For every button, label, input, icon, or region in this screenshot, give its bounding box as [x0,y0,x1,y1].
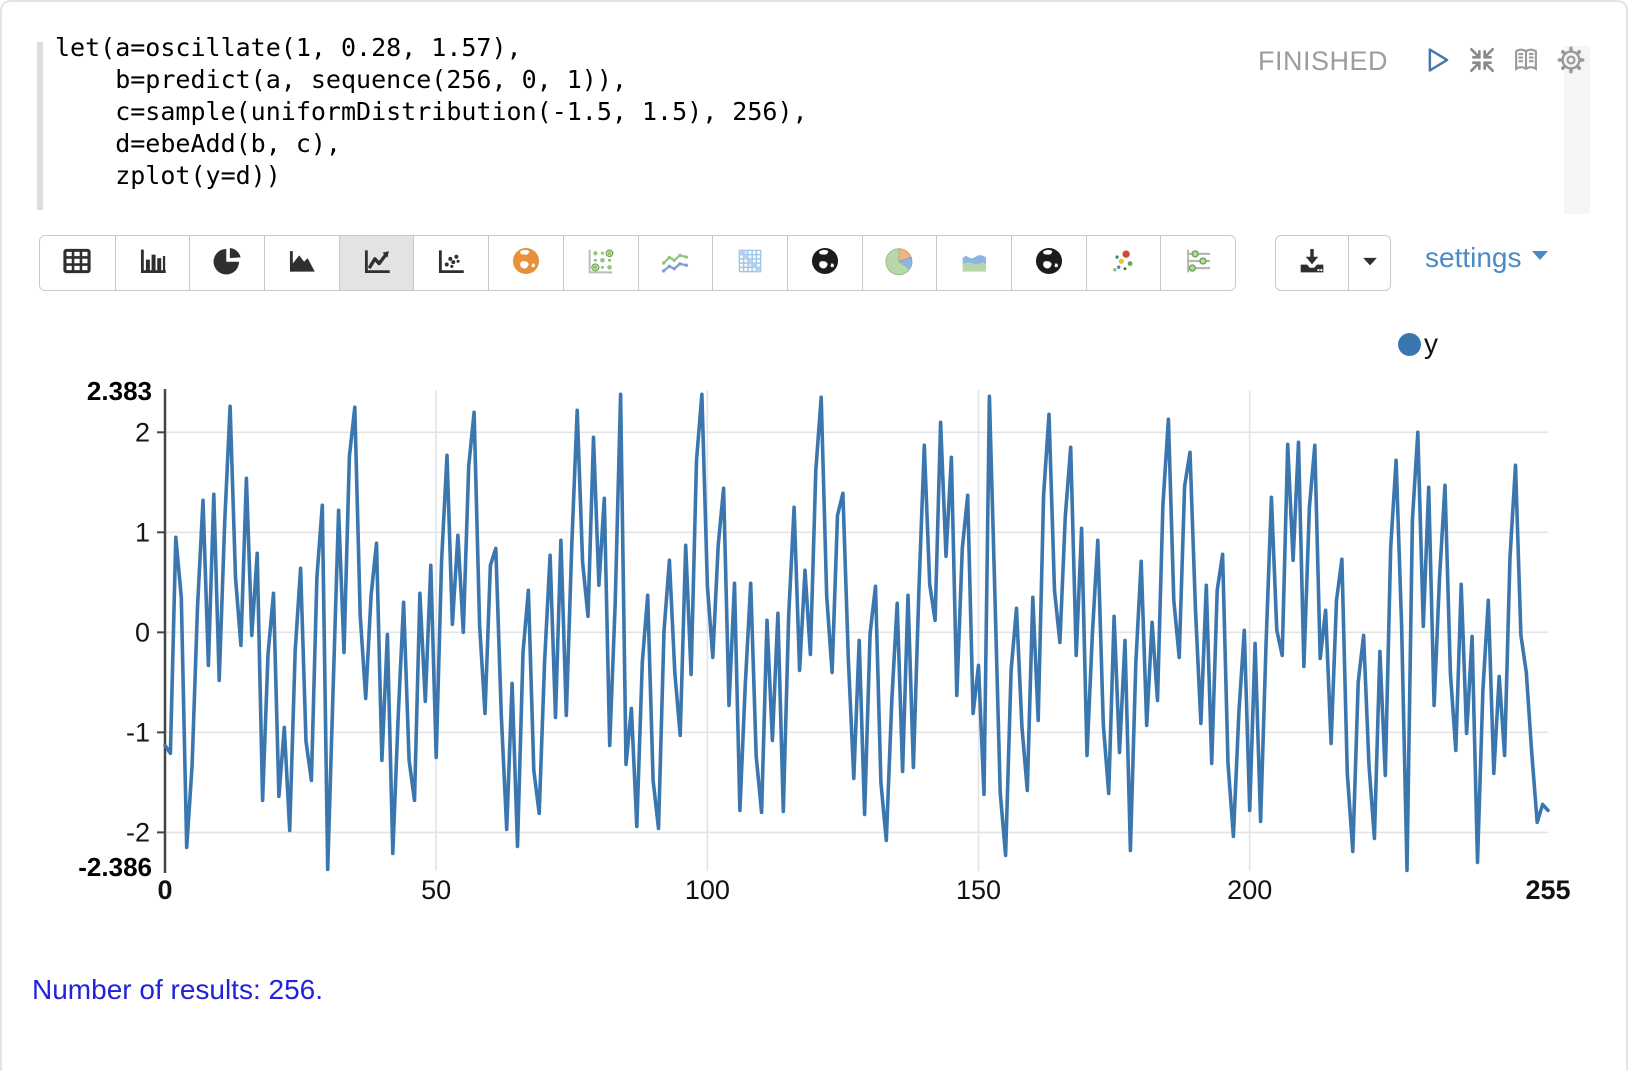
stacked-area-icon [956,244,992,283]
play-icon [1420,44,1452,81]
status-badge: FINISHED [1258,46,1388,77]
table-icon [59,244,95,283]
settings-link[interactable]: settings [1425,242,1549,274]
y-min-label: -2.386 [78,852,152,882]
area-chart-icon [284,244,320,283]
chart-type-pie-pastel-chart-button[interactable] [862,236,937,290]
x-tick-label: 100 [685,875,730,905]
y-tick-label: 0 [135,617,150,647]
chart-type-map-orange-button[interactable] [488,236,563,290]
compress-icon [1466,44,1498,81]
y-tick-label: 1 [135,517,150,547]
scatter-chart-icon [433,244,469,283]
x-tick-label: 255 [1525,875,1570,905]
y-tick-label: 2 [135,417,150,447]
scatter-colored-icon [1105,244,1141,283]
y-tick-label: -2 [126,817,150,847]
bar-chart-icon [135,244,171,283]
download-dropdown-button[interactable] [1348,236,1390,290]
paragraph-card: let(a=oscillate(1, 0.28, 1.57), b=predic… [0,0,1628,1071]
heatmap-icon [732,244,768,283]
caret-down-icon [1355,246,1385,281]
book-icon [1509,44,1543,81]
chart-type-bubble-chart-button[interactable] [1086,236,1161,290]
chart-type-area-chart-button[interactable] [264,236,339,290]
x-tick-label: 50 [421,875,451,905]
line-chart-icon [359,244,395,283]
paragraph-settings-button[interactable] [1553,44,1589,80]
globe-dark-icon [1032,244,1066,283]
chart-type-map-dark-2-button[interactable] [1011,236,1086,290]
line-chart: 210-1-22.383-2.386050100150200255 [2,302,1630,917]
caret-down-icon [1532,249,1549,267]
legend-label: y [1424,328,1438,360]
settings-label: settings [1425,242,1522,274]
chart-type-scatter-chart-button[interactable] [413,236,488,290]
chart-type-table-button[interactable] [40,236,115,290]
chart-type-line-chart-button[interactable] [339,236,414,290]
x-tick-label: 200 [1227,875,1272,905]
chart-type-parallel-coordinates-button[interactable] [1160,236,1235,290]
pie-chart-icon [209,244,245,283]
y-max-label: 2.383 [87,376,152,406]
chart-type-dot-grid-chart-button[interactable] [563,236,638,290]
chart-type-toolbar [39,235,1236,291]
multi-line-icon [657,244,693,283]
dot-grid-icon [583,244,619,283]
x-tick-label: 150 [956,875,1001,905]
paragraph-status-bar: FINISHED [2,46,1602,86]
chart-type-multi-line-chart-button[interactable] [638,236,713,290]
globe-dark-icon [808,244,842,283]
run-button[interactable] [1418,44,1454,80]
chart-type-bar-chart-button[interactable] [115,236,190,290]
chart-type-map-dark-button[interactable] [787,236,862,290]
chart-type-stacked-area-chart-button[interactable] [936,236,1011,290]
x-tick-label: 0 [157,875,172,905]
legend-item[interactable]: y [1398,328,1438,360]
pie-pastel-icon [881,244,917,283]
chart-type-pie-chart-button[interactable] [189,236,264,290]
legend-swatch [1398,333,1421,356]
download-button[interactable] [1276,236,1348,290]
toggle-output-button[interactable] [1508,44,1544,80]
download-split-button [1275,235,1391,291]
chart-type-heatmap-chart-button[interactable] [712,236,787,290]
parallel-coords-icon [1180,244,1216,283]
collapse-editor-button[interactable] [1464,44,1500,80]
globe-orange-icon [509,244,543,283]
y-tick-label: -1 [126,717,150,747]
gear-icon [1555,44,1587,81]
result-count-text: Number of results: 256. [32,974,323,1006]
chart-area: 210-1-22.383-2.386050100150200255 [2,302,1630,917]
download-icon [1294,244,1330,283]
